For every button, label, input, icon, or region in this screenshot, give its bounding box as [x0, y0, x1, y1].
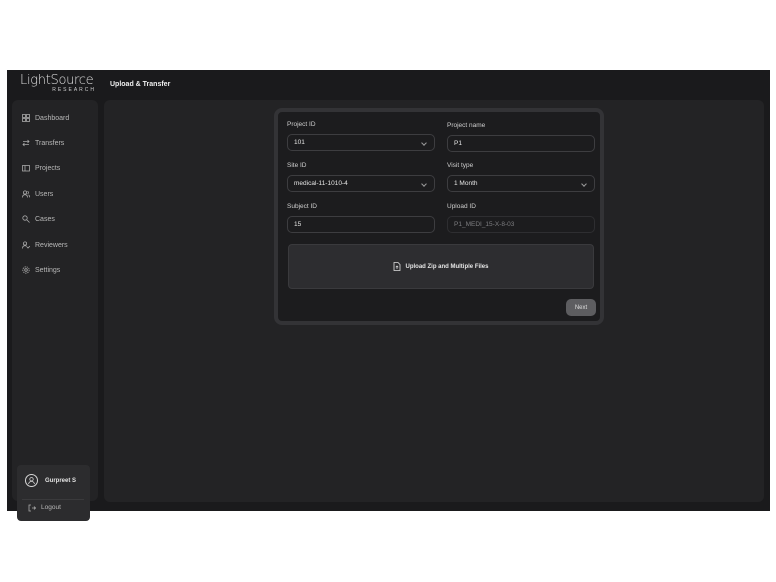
dashboard-icon [22, 114, 30, 122]
sidebar-item-reviewers[interactable]: Reviewers [12, 235, 98, 255]
main-content: Project ID 101 Project name P1 Site ID m… [104, 100, 764, 502]
sidebar-item-transfers[interactable]: Transfers [12, 133, 98, 153]
users-icon [22, 190, 30, 198]
cases-icon [22, 215, 30, 223]
sidebar-item-dashboard[interactable]: Dashboard [12, 108, 98, 128]
project-name-value: P1 [454, 140, 462, 147]
site-id-select[interactable]: medical-11-1010-4 [287, 175, 435, 192]
sidebar-item-label: Projects [35, 164, 61, 172]
file-upload-icon [394, 262, 401, 271]
upload-label: Upload Zip and Multiple Files [405, 263, 489, 270]
sidebar-item-label: Transfers [35, 139, 65, 147]
subject-id-label: Subject ID [287, 203, 317, 210]
project-name-input[interactable]: P1 [447, 135, 595, 152]
transfers-icon [22, 139, 30, 147]
upload-id-value: P1_MEDI_15-X-8-03 [454, 221, 515, 228]
subject-id-input[interactable]: 15 [287, 216, 435, 233]
sidebar-item-label: Cases [35, 215, 55, 223]
file-upload-dropzone[interactable]: Upload Zip and Multiple Files [288, 244, 594, 289]
brand-logo: LightSource RESEARCH [20, 73, 98, 97]
logout-button[interactable]: Logout [22, 499, 84, 515]
settings-icon [22, 266, 30, 274]
sidebar-item-users[interactable]: Users [12, 184, 98, 204]
visit-type-select[interactable]: 1 Month [447, 175, 595, 192]
sidebar-item-cases[interactable]: Cases [12, 209, 98, 229]
upload-id-field: P1_MEDI_15-X-8-03 [447, 216, 595, 233]
next-button[interactable]: Next [566, 299, 596, 316]
sidebar-item-label: Users [35, 190, 54, 198]
brand-name: LightSource [20, 73, 94, 88]
page-title: Upload & Transfer [110, 81, 171, 88]
site-id-value: medical-11-1010-4 [294, 180, 348, 187]
visit-type-value: 1 Month [454, 180, 478, 187]
upload-id-label: Upload ID [447, 203, 476, 210]
project-id-label: Project ID [287, 121, 316, 128]
sidebar-item-settings[interactable]: Settings [12, 260, 98, 280]
project-id-select[interactable]: 101 [287, 134, 435, 151]
user-name: Gurpreet S [45, 478, 77, 484]
sidebar-item-label: Settings [35, 266, 61, 274]
project-id-value: 101 [294, 139, 305, 146]
site-id-label: Site ID [287, 162, 307, 169]
logout-icon [28, 504, 36, 511]
project-name-label: Project name [447, 122, 486, 129]
visit-type-label: Visit type [447, 162, 474, 169]
user-avatar-icon [25, 474, 38, 487]
logout-label: Logout [41, 504, 61, 511]
sidebar-item-projects[interactable]: Projects [12, 158, 98, 178]
reviewers-icon [22, 241, 30, 249]
user-panel: Gurpreet S Logout [17, 465, 90, 521]
projects-icon [22, 164, 30, 172]
sidebar: Dashboard Transfers Projects Users Cases [12, 100, 98, 521]
sidebar-item-label: Reviewers [35, 241, 68, 249]
sidebar-item-label: Dashboard [35, 114, 70, 122]
subject-id-value: 15 [294, 221, 302, 228]
upload-form-card: Project ID 101 Project name P1 Site ID m… [274, 108, 604, 325]
app-window: LightSource RESEARCH Dashboard Transfers… [7, 70, 770, 521]
